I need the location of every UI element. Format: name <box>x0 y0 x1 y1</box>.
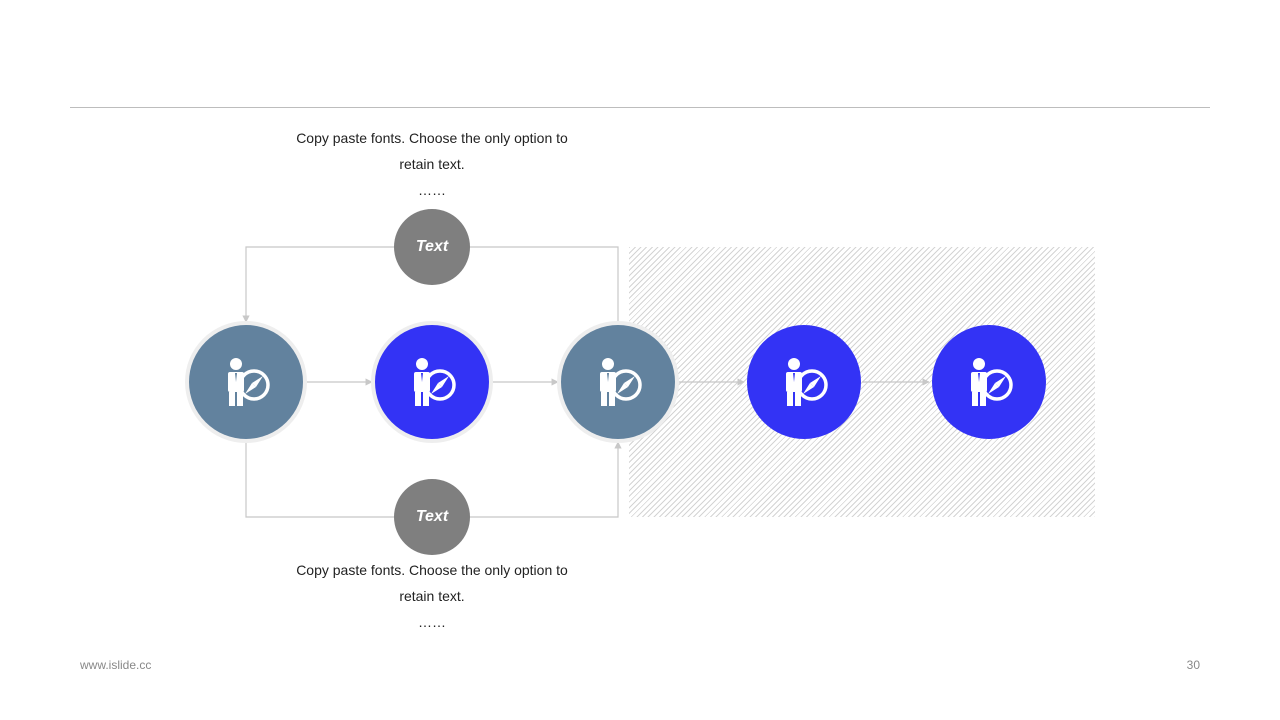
person-compass-icon <box>414 358 456 406</box>
footer-url[interactable]: www.islide.cc <box>80 658 151 672</box>
person-compass-icon <box>228 358 270 406</box>
bottom-description-line1: Copy paste fonts. Choose the only option… <box>296 562 568 578</box>
bottom-description-ellipsis: …… <box>418 614 446 630</box>
bottom-bubble-label: Text <box>415 508 449 525</box>
page-number: 30 <box>1186 658 1200 672</box>
bottom-description-line2: retain text. <box>399 588 465 604</box>
person-compass-icon <box>971 358 1013 406</box>
top-description-line2: retain text. <box>399 156 465 172</box>
top-bubble-label: Text <box>415 238 449 255</box>
person-compass-icon <box>600 358 642 406</box>
process-node-1 <box>189 325 303 439</box>
bottom-text-bubble: Text <box>394 479 470 555</box>
top-description-line1: Copy paste fonts. Choose the only option… <box>296 130 568 146</box>
process-node-3 <box>561 325 675 439</box>
top-description: Copy paste fonts. Choose the only option… <box>272 125 592 203</box>
process-node-5 <box>932 325 1046 439</box>
top-text-bubble: Text <box>394 209 470 285</box>
top-description-ellipsis: …… <box>418 182 446 198</box>
process-node-4 <box>747 325 861 439</box>
process-node-2 <box>375 325 489 439</box>
person-compass-icon <box>786 358 828 406</box>
bottom-description: Copy paste fonts. Choose the only option… <box>272 557 592 635</box>
